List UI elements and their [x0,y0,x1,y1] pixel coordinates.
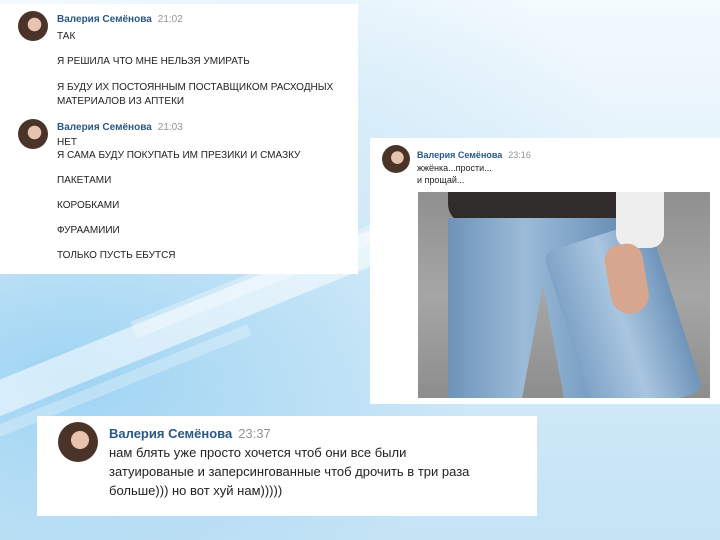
message-time: 21:02 [157,14,183,25]
message-time: 23:16 [508,150,531,160]
author-name[interactable]: Валерия Семёнова [57,122,152,133]
message-line: ТОЛЬКО ПУСТЬ ЕБУТСЯ [57,250,176,261]
avatar[interactable] [382,145,410,173]
message-time: 23:37 [238,426,271,441]
author-name[interactable]: Валерия Семёнова [417,150,502,160]
chat-screenshot-1: Валерия Семёнова 21:02 ТАК Я РЕШИЛА ЧТО М… [0,4,358,274]
message-line: нам блять уже просто хочется чтоб они вс… [109,445,407,460]
message-line: Я БУДУ ИХ ПОСТОЯННЫМ ПОСТАВЩИКОМ РАСХОДН… [57,82,334,93]
message-line: Я РЕШИЛА ЧТО МНЕ НЕЛЬЗЯ УМИРАТЬ [57,56,250,67]
message-line: КОРОБКАМИ [57,200,120,211]
message-author[interactable]: Валерия Семёнова 21:03 [57,122,183,133]
message-line: ФУРААМИИИ [57,225,120,236]
message-line: ТАК [57,31,76,42]
author-name[interactable]: Валерия Семёнова [57,14,152,25]
avatar[interactable] [58,422,98,462]
message-line: жжёнка...прости... [417,163,492,173]
message-line: затуированые и заперсингованные чтоб дро… [109,464,470,479]
attached-photo[interactable] [418,192,710,398]
message-author[interactable]: Валерия Семёнова 23:16 [417,150,531,160]
message-author[interactable]: Валерия Семёнова 23:37 [109,426,271,441]
message-line: НЕТ [57,137,77,148]
message-line: МАТЕРИАЛОВ ИЗ АПТЕКИ [57,96,185,107]
message-time: 21:03 [157,122,183,133]
message-author[interactable]: Валерия Семёнова 21:02 [57,14,183,25]
avatar[interactable] [18,11,48,41]
message-line: больше))) но вот хуй нам))))) [109,483,283,498]
message-line: ПАКЕТАМИ [57,175,112,186]
message-line: и прощай... [417,175,465,185]
message-line: Я САМА БУДУ ПОКУПАТЬ ИМ ПРЕЗИКИ И СМАЗКУ [57,150,301,161]
avatar[interactable] [18,119,48,149]
author-name[interactable]: Валерия Семёнова [109,426,232,441]
chat-screenshot-3: Валерия Семёнова 23:37 нам блять уже прос… [37,416,537,516]
